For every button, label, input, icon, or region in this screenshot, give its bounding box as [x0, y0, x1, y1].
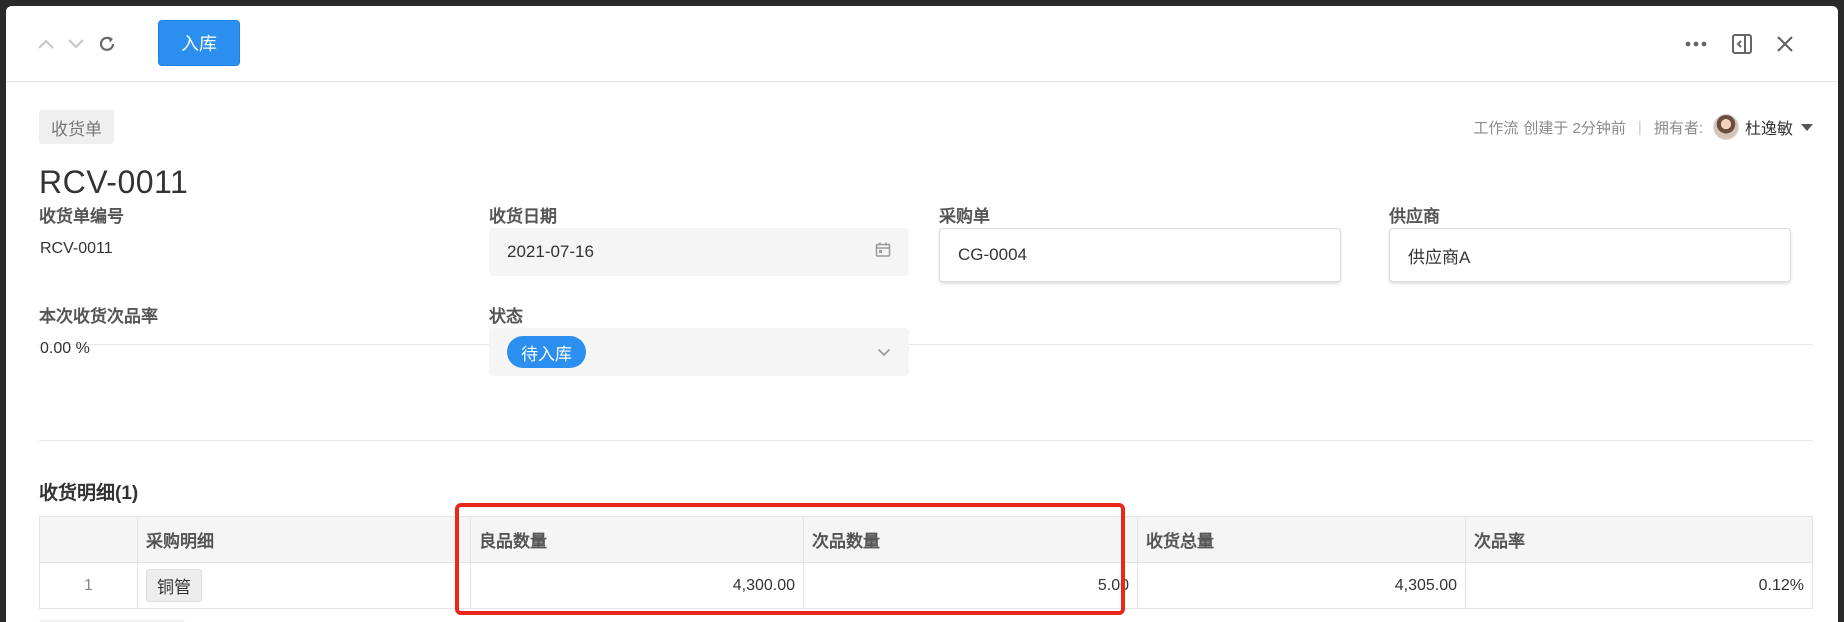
- calendar-icon[interactable]: [875, 242, 891, 263]
- meta-separator: |: [1637, 118, 1642, 136]
- divider: [39, 344, 1813, 345]
- table-row[interactable]: 1 铜管 4,300.00 5.00 4,305.00 0.12%: [40, 563, 1812, 609]
- column-header-item[interactable]: 采购明细: [138, 517, 471, 562]
- created-time: 创建于 2分钟前: [1523, 119, 1626, 137]
- item-cell[interactable]: 铜管: [138, 563, 471, 608]
- workflow-link[interactable]: 工作流: [1473, 117, 1518, 138]
- doc-type-tag: 收货单: [39, 110, 114, 144]
- details-section-title: 收货明细(1): [39, 483, 139, 504]
- table-header: 采购明细 良品数量 次品数量 收货总量 次品率: [40, 517, 1812, 563]
- field-label: 本次收货次品率: [39, 307, 158, 326]
- field-label: 收货单编号: [39, 207, 124, 226]
- receipt-no-value: RCV-0011: [40, 240, 113, 257]
- column-header-total-qty[interactable]: 收货总量: [1138, 517, 1466, 562]
- field-status: 状态 待入库: [489, 302, 909, 376]
- field-label: 采购单: [939, 207, 990, 226]
- total-qty-cell[interactable]: 4,305.00: [1138, 563, 1466, 608]
- status-badge: 待入库: [507, 336, 586, 368]
- toolbar: 入库: [6, 6, 1838, 82]
- stock-in-button[interactable]: 入库: [158, 20, 240, 66]
- field-label: 供应商: [1389, 207, 1440, 226]
- purchase-order-value: CG-0004: [958, 245, 1027, 264]
- owner-name[interactable]: 杜逸敏: [1745, 115, 1793, 139]
- defect-rate-value: 0.00 %: [40, 340, 90, 357]
- column-header-index: [40, 517, 138, 562]
- chevron-down-icon[interactable]: [64, 32, 88, 56]
- status-select[interactable]: 待入库: [489, 328, 909, 376]
- divider: [39, 440, 1813, 441]
- field-label: 收货日期: [489, 207, 557, 226]
- column-header-defect-qty[interactable]: 次品数量: [804, 517, 1138, 562]
- good-qty-cell[interactable]: 4,300.00: [471, 563, 804, 608]
- more-icon[interactable]: [1684, 32, 1708, 56]
- field-purchase-order: 采购单 CG-0004: [939, 202, 1341, 282]
- supplier-value: 供应商A: [1408, 247, 1471, 267]
- page-title: RCV-0011: [39, 164, 189, 200]
- receipt-date-value: 2021-07-16: [507, 242, 594, 261]
- field-supplier: 供应商 供应商A: [1389, 202, 1791, 282]
- chevron-up-icon[interactable]: [34, 32, 58, 56]
- owner-dropdown-icon[interactable]: [1801, 123, 1813, 131]
- defect-qty-cell[interactable]: 5.00: [804, 563, 1138, 608]
- item-chip[interactable]: 铜管: [146, 569, 202, 602]
- purchase-order-input[interactable]: CG-0004: [939, 228, 1341, 282]
- column-header-good-qty[interactable]: 良品数量: [471, 517, 804, 562]
- defect-rate-cell: 0.12%: [1758, 576, 1804, 594]
- owner-label: 拥有者:: [1653, 119, 1703, 137]
- row-index: 1: [40, 563, 138, 608]
- record-meta: 工作流 创建于 2分钟前 | 拥有者: 杜逸敏: [1473, 110, 1813, 144]
- dropdown-chevron-icon[interactable]: [877, 342, 891, 362]
- field-label: 状态: [489, 307, 523, 326]
- details-table: 采购明细 良品数量 次品数量 收货总量 次品率 1 铜管 4,300.00 5.…: [39, 516, 1813, 609]
- field-receipt-date: 收货日期 2021-07-16: [489, 202, 909, 276]
- avatar[interactable]: [1712, 114, 1739, 140]
- panel-collapse-icon[interactable]: [1730, 32, 1754, 56]
- column-header-defect-rate[interactable]: 次品率: [1466, 517, 1812, 562]
- supplier-input[interactable]: 供应商A: [1389, 228, 1791, 282]
- refresh-icon[interactable]: [95, 32, 119, 56]
- field-receipt-no: 收货单编号 RCV-0011: [39, 202, 399, 257]
- receipt-date-input[interactable]: 2021-07-16: [489, 228, 909, 276]
- record-window: 入库 收货单 工作流 创建于 2分钟前 | 拥有者: 杜逸敏 RCV-0011 …: [6, 6, 1838, 622]
- field-defect-rate: 本次收货次品率 0.00 %: [39, 302, 399, 357]
- close-icon[interactable]: [1773, 32, 1797, 56]
